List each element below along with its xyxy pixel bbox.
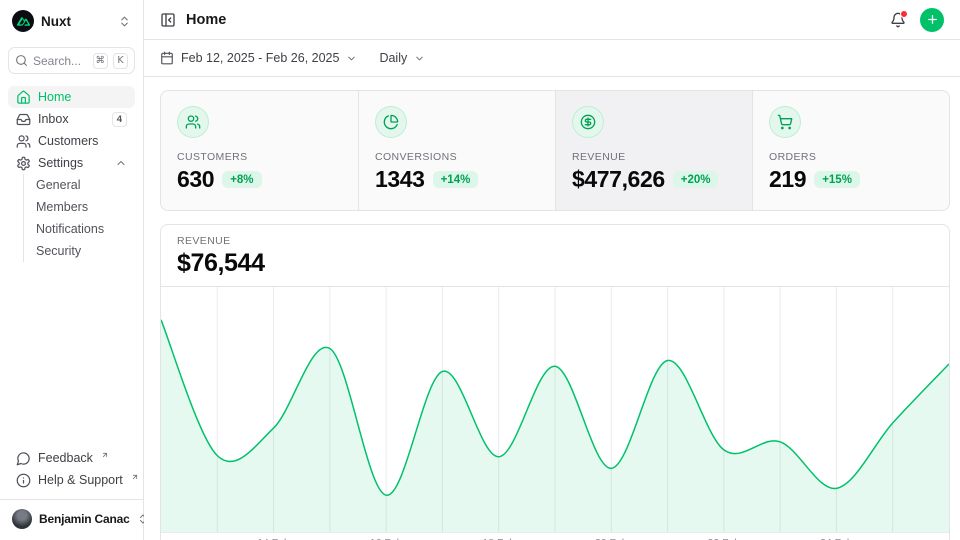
sidebar-item-members[interactable]: Members	[24, 196, 135, 218]
plus-icon	[926, 13, 939, 26]
sidebar-item-inbox[interactable]: Inbox 4	[8, 108, 135, 130]
stat-value: 630	[177, 166, 214, 193]
page-title: Home	[186, 12, 226, 28]
page-header: Home	[144, 0, 960, 40]
main-panel: Home Feb 12, 2025 - Feb 26, 2025	[144, 0, 960, 540]
sidebar-item-security[interactable]: Security	[24, 240, 135, 262]
external-link-icon	[131, 473, 139, 481]
sidebar-item-feedback[interactable]: Feedback	[8, 447, 135, 469]
house-icon	[16, 90, 31, 105]
chevron-down-icon	[346, 53, 357, 64]
chevron-up-icon	[115, 157, 127, 169]
stat-delta-badge: +20%	[673, 171, 719, 188]
users-icon	[16, 134, 31, 149]
sidebar-footer: Feedback Help & Support Benjamin Canac	[8, 447, 135, 532]
stat-delta-badge: +8%	[222, 171, 261, 188]
stat-card-customers[interactable]: CUSTOMERS 630 +8%	[161, 91, 358, 210]
sidebar-item-label: Customers	[38, 134, 98, 148]
sidebar-item-label: Inbox	[38, 112, 69, 126]
chart-metric-label: REVENUE	[177, 235, 933, 247]
sidebar-item-home[interactable]: Home	[8, 86, 135, 108]
search-placeholder: Search...	[33, 54, 88, 68]
user-name: Benjamin Canac	[39, 512, 130, 526]
workspace-switcher[interactable]: Nuxt	[8, 8, 135, 34]
sidebar-collapse-icon[interactable]	[160, 12, 176, 28]
period-select[interactable]: Daily	[379, 51, 425, 65]
sidebar-item-label: Help & Support	[38, 473, 123, 487]
chevron-down-icon	[414, 53, 425, 64]
app-window: Nuxt Search... ⌘ K Home	[0, 0, 960, 540]
chevrons-up-down-icon	[118, 15, 131, 28]
stat-delta-badge: +14%	[433, 171, 479, 188]
filter-toolbar: Feb 12, 2025 - Feb 26, 2025 Daily	[144, 40, 960, 77]
sidebar-item-label: Settings	[38, 156, 83, 170]
info-circle-icon	[16, 473, 31, 488]
chart-x-axis: 14 Feb16 Feb18 Feb20 Feb22 Feb24 Feb	[161, 533, 949, 540]
sidebar-item-notifications[interactable]: Notifications	[24, 218, 135, 240]
stat-value: 1343	[375, 166, 425, 193]
sidebar-item-general[interactable]: General	[24, 174, 135, 196]
sidebar-nav: Home Inbox 4 Customers Settings	[8, 86, 135, 262]
user-menu[interactable]: Benjamin Canac	[8, 500, 135, 532]
sidebar-item-settings[interactable]: Settings	[8, 152, 135, 174]
revenue-area-chart[interactable]	[161, 287, 949, 533]
kbd-meta: ⌘	[93, 53, 109, 69]
period-value: Daily	[379, 51, 407, 65]
sidebar-item-customers[interactable]: Customers	[8, 130, 135, 152]
sidebar-item-label: Feedback	[38, 451, 93, 465]
circle-dollar-icon	[572, 106, 604, 138]
workspace-name: Nuxt	[41, 14, 111, 29]
add-button[interactable]	[920, 8, 944, 32]
search-icon	[15, 54, 28, 67]
inbox-icon	[16, 112, 31, 127]
external-link-icon	[101, 451, 109, 459]
message-circle-icon	[16, 451, 31, 466]
settings-submenu: General Members Notifications Security	[23, 174, 135, 262]
dashboard-content: CUSTOMERS 630 +8% CONVERSIONS 1343 +14%	[144, 77, 960, 540]
stat-label: REVENUE	[572, 151, 736, 163]
stat-label: CUSTOMERS	[177, 151, 342, 163]
date-range-picker[interactable]: Feb 12, 2025 - Feb 26, 2025	[160, 51, 357, 65]
stat-card-conversions[interactable]: CONVERSIONS 1343 +14%	[358, 91, 555, 210]
sidebar-item-help-support[interactable]: Help & Support	[8, 469, 135, 491]
stats-grid: CUSTOMERS 630 +8% CONVERSIONS 1343 +14%	[160, 90, 950, 211]
stat-value: 219	[769, 166, 806, 193]
avatar	[12, 509, 32, 529]
users-icon	[177, 106, 209, 138]
revenue-chart-card: REVENUE $76,544 14 Feb16 Feb18 Feb20 Feb…	[160, 224, 950, 540]
calendar-icon	[160, 51, 174, 65]
notification-dot	[900, 10, 908, 18]
revenue-chart-svg	[161, 287, 949, 533]
stat-label: CONVERSIONS	[375, 151, 539, 163]
stat-delta-badge: +15%	[814, 171, 860, 188]
chart-metric-value: $76,544	[177, 249, 933, 278]
stat-card-revenue[interactable]: REVENUE $477,626 +20%	[555, 91, 752, 210]
stat-label: ORDERS	[769, 151, 933, 163]
header-actions	[890, 8, 944, 32]
chart-pie-icon	[375, 106, 407, 138]
kbd-k: K	[113, 53, 128, 69]
shopping-cart-icon	[769, 106, 801, 138]
chart-header: REVENUE $76,544	[161, 225, 949, 287]
sidebar-item-label: Home	[38, 90, 71, 104]
stat-card-orders[interactable]: ORDERS 219 +15%	[752, 91, 949, 210]
date-range-value: Feb 12, 2025 - Feb 26, 2025	[181, 51, 339, 65]
stat-value: $477,626	[572, 166, 665, 193]
nuxt-logo-icon	[12, 10, 34, 32]
gear-icon	[16, 156, 31, 171]
search-input[interactable]: Search... ⌘ K	[8, 47, 135, 74]
inbox-count-badge: 4	[112, 112, 127, 127]
notifications-button[interactable]	[890, 12, 906, 28]
sidebar: Nuxt Search... ⌘ K Home	[0, 0, 144, 540]
